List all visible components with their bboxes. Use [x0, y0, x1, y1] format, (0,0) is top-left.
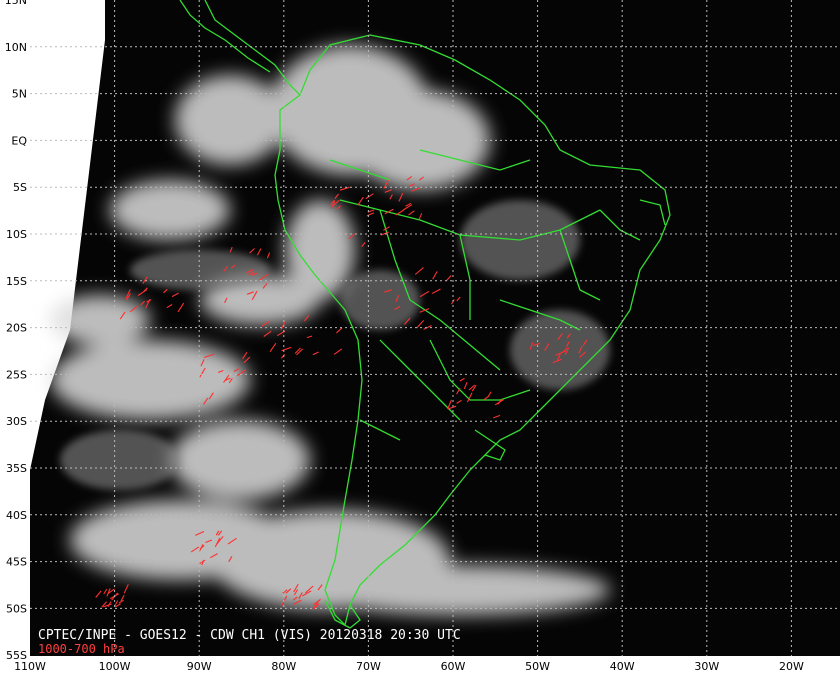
lat-label: 40S — [6, 509, 27, 522]
lat-label: 30S — [6, 415, 27, 428]
lon-label: 30W — [694, 660, 719, 673]
lat-label: 5N — [12, 88, 27, 101]
lat-label: 45S — [6, 556, 27, 569]
lat-label: 35S — [6, 462, 27, 475]
lon-label: 70W — [356, 660, 381, 673]
lon-label: 110W — [14, 660, 46, 673]
lat-label: 10S — [6, 228, 27, 241]
lon-label: 50W — [525, 660, 550, 673]
lat-label: 15S — [6, 275, 27, 288]
satellite-image: 15N 10N 5N EQ 5S 10S 15S 20S 25S 30S 35S 40S 45S 50S 5… — [0, 0, 840, 680]
lat-label: EQ — [11, 134, 27, 147]
satellite-map-view: 15N 10N 5N EQ 5S 10S 15S 20S 25S 30S 35S 40S 45S 50S 5… — [0, 0, 840, 680]
lat-label: 15N — [5, 0, 27, 7]
lon-label: 100W — [99, 660, 131, 673]
lon-label: 20W — [779, 660, 804, 673]
lat-label: 10N — [5, 41, 27, 54]
lat-label: 50S — [6, 602, 27, 615]
lon-label: 60W — [441, 660, 466, 673]
image-title: CPTEC/INPE - GOES12 - CDW CH1 (VIS) 2012… — [38, 628, 461, 643]
lon-label: 40W — [610, 660, 635, 673]
lat-label: 5S — [13, 181, 27, 194]
pressure-layer-label: 1000-700 hPa — [38, 642, 125, 656]
lon-label: 90W — [187, 660, 212, 673]
lat-label: 20S — [6, 322, 27, 335]
lat-label: 25S — [6, 368, 27, 381]
lon-label: 80W — [271, 660, 296, 673]
